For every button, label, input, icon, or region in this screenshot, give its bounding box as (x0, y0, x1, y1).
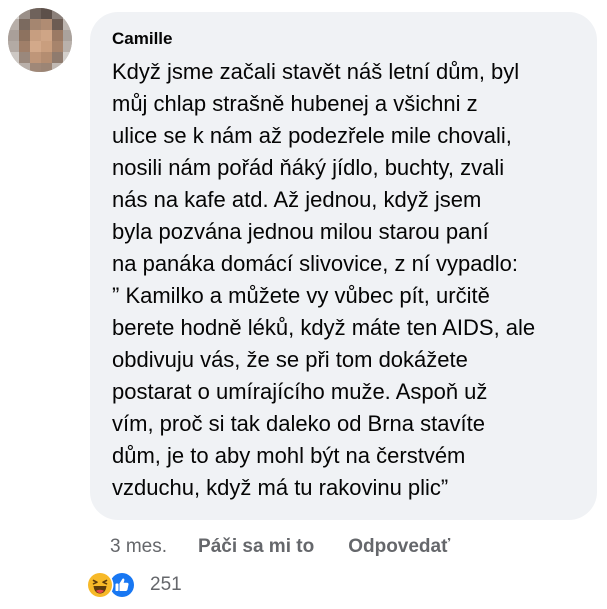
reply-button[interactable]: Odpovedať (348, 536, 450, 558)
reaction-count: 251 (150, 574, 182, 595)
comment-actions: 3 mes. Páči sa mi to Odpovedať (110, 533, 450, 561)
comment-author[interactable]: Camille (112, 29, 581, 49)
pixelated-avatar-image (8, 8, 72, 72)
comment-timestamp[interactable]: 3 mes. (110, 536, 167, 558)
reaction-icons (86, 571, 136, 599)
avatar[interactable] (8, 8, 72, 72)
comment-text: Když jsme začali stavět náš letní dům, b… (112, 59, 536, 500)
reactions-summary[interactable]: 251 (86, 570, 182, 600)
comment-bubble: Camille Když jsme začali stavět náš letn… (90, 12, 597, 520)
haha-icon (86, 571, 114, 599)
like-button[interactable]: Páči sa mi to (198, 536, 314, 558)
